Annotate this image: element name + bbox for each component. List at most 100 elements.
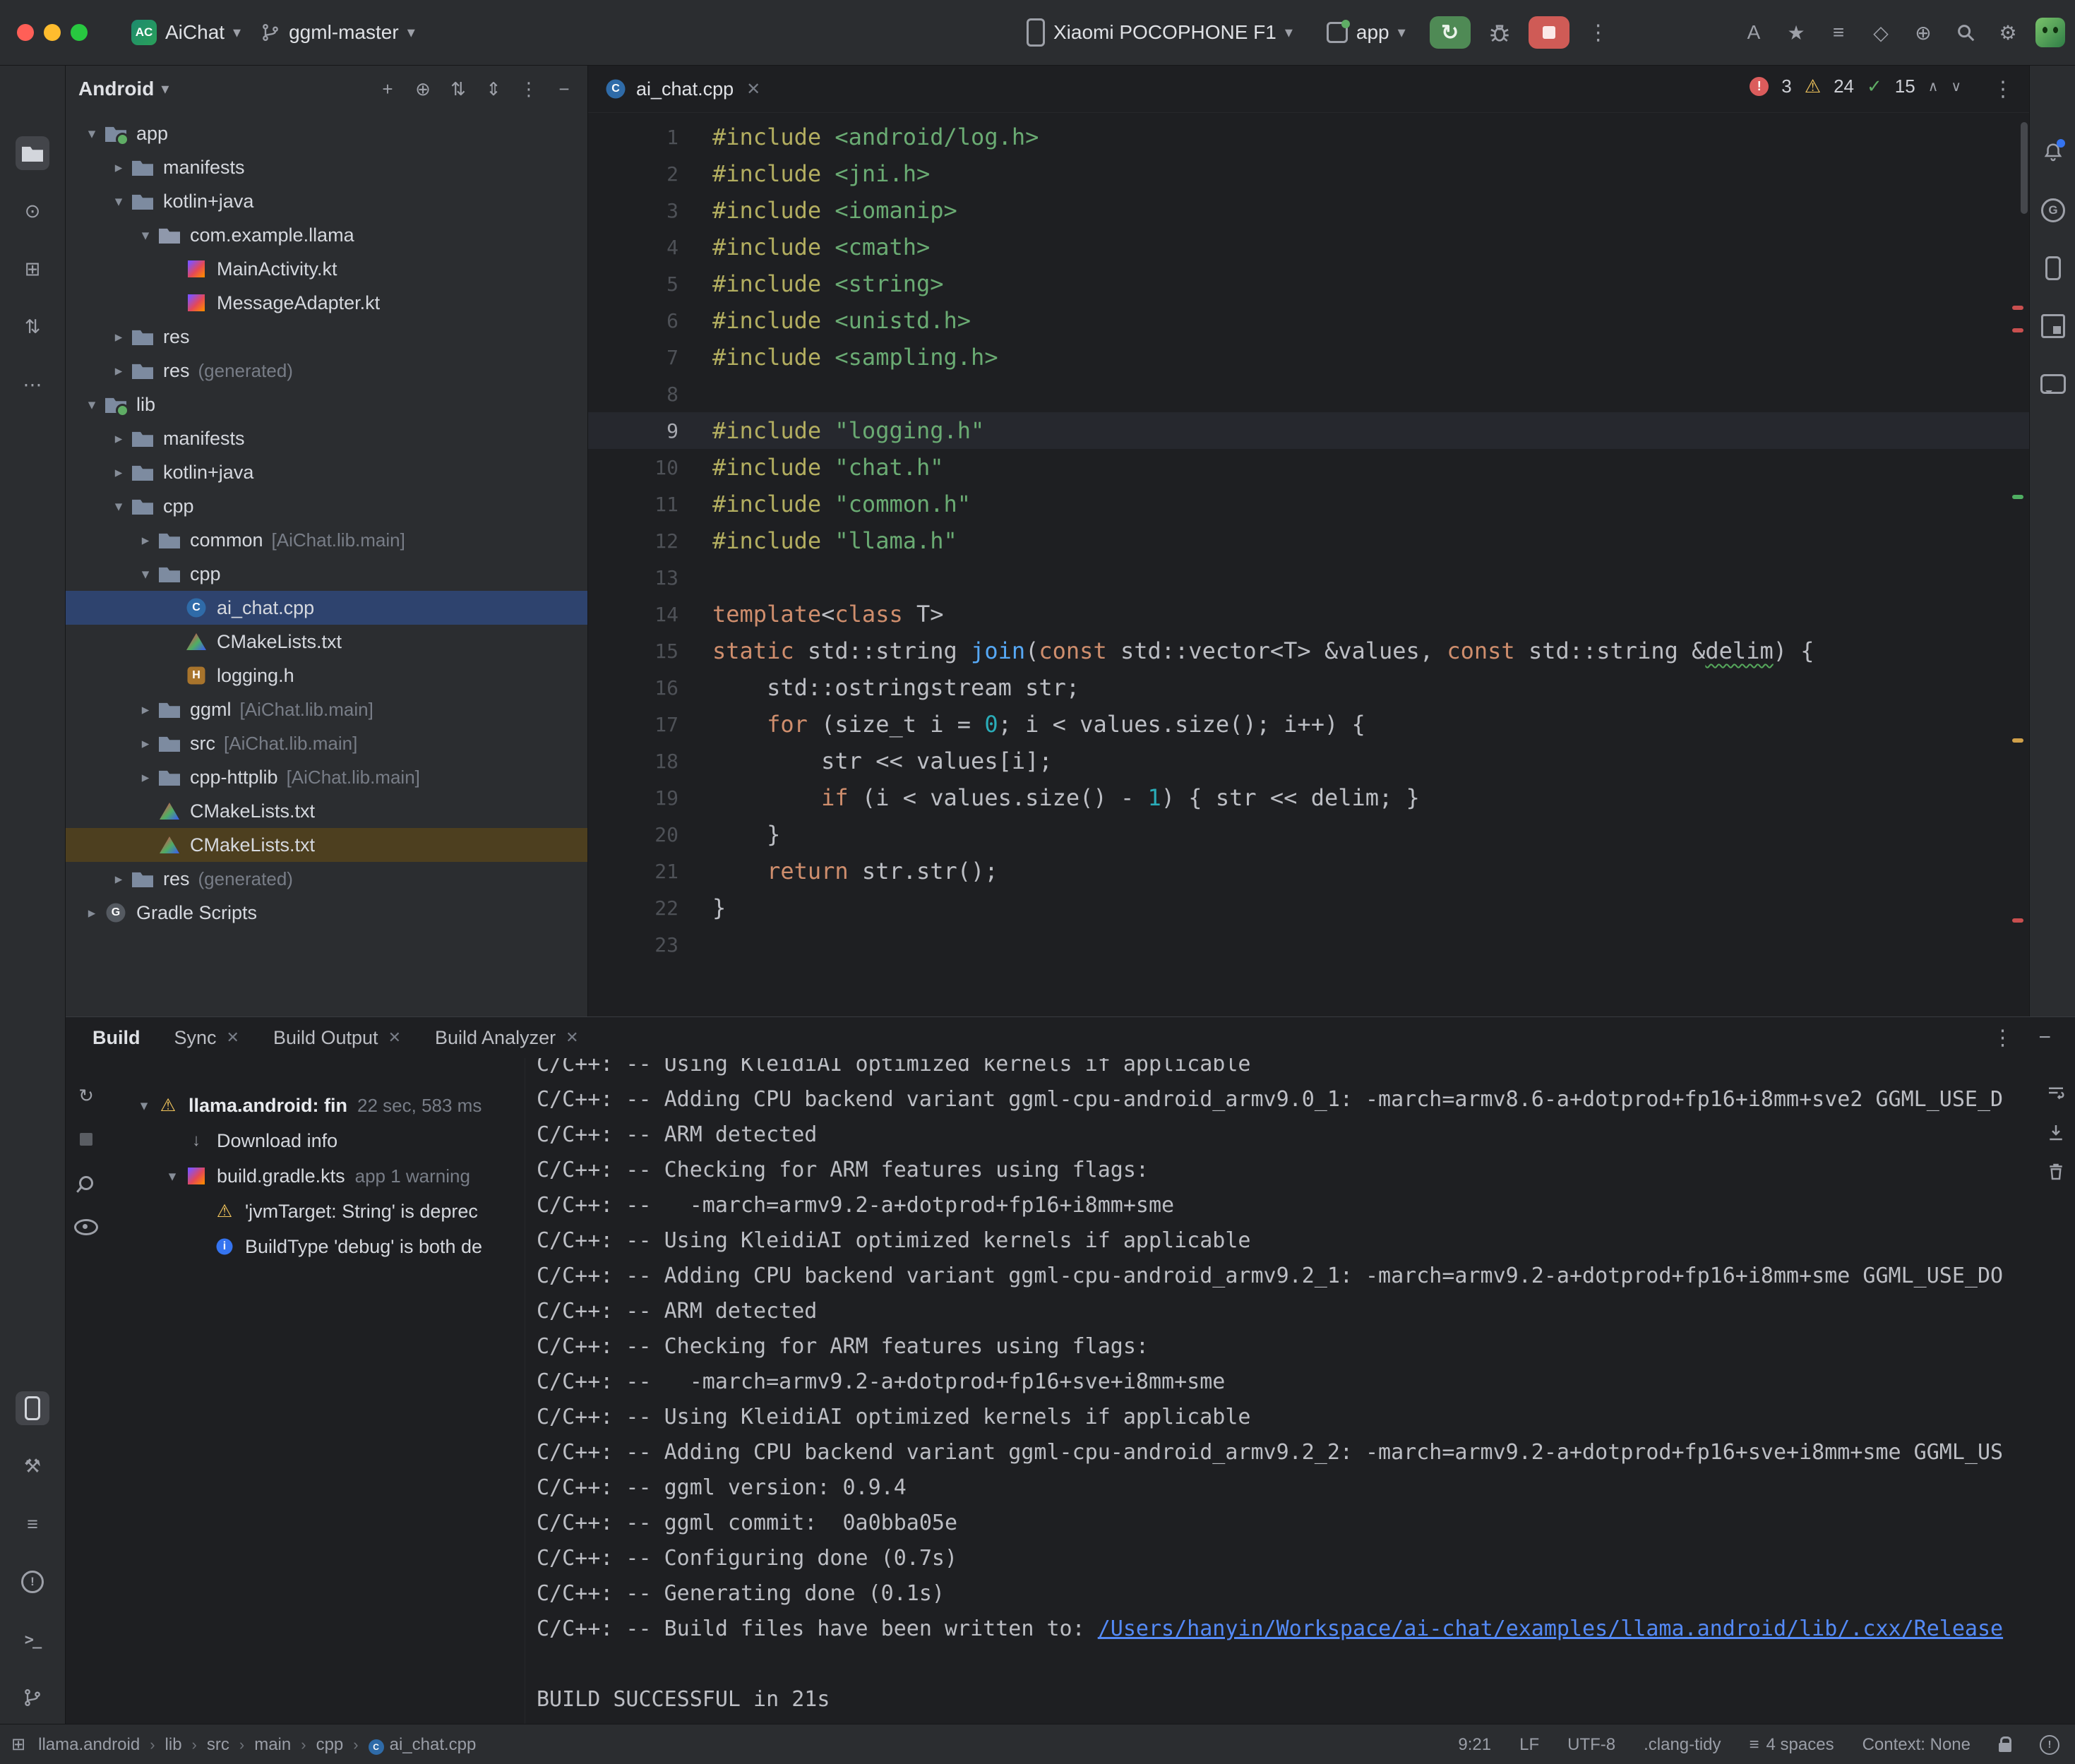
code-line[interactable]: 5#include <string> bbox=[588, 265, 2029, 302]
next-problem-button[interactable]: ∨ bbox=[1951, 78, 1961, 95]
commit-tool-button[interactable]: ⊙ bbox=[16, 194, 49, 228]
run-config-selector[interactable]: app ▾ bbox=[1317, 11, 1416, 54]
previous-problem-button[interactable]: ∧ bbox=[1928, 78, 1939, 95]
file-encoding[interactable]: UTF-8 bbox=[1567, 1735, 1615, 1755]
window-layout-icon[interactable]: ⊞ bbox=[11, 1734, 25, 1755]
tree-item-logging-h[interactable]: Hlogging.h bbox=[66, 659, 587, 692]
build-variants-icon[interactable]: ◇ bbox=[1866, 18, 1896, 47]
project-view-selector[interactable]: Android bbox=[78, 78, 154, 100]
tree-item-cmakelists-txt[interactable]: CMakeLists.txt bbox=[66, 625, 587, 659]
close-tab-icon[interactable]: ✕ bbox=[227, 1028, 239, 1047]
chevron-right-icon[interactable]: ▸ bbox=[133, 701, 157, 719]
chevron-down-icon[interactable]: ▾ bbox=[80, 396, 104, 414]
code-line[interactable]: 13 bbox=[588, 559, 2029, 596]
build-tree-item[interactable]: ⚠'jvmTarget: String' is deprec bbox=[107, 1194, 525, 1229]
tree-item-cpp[interactable]: ▾cpp bbox=[66, 557, 587, 591]
build-console[interactable]: C/C++: -- Using KleidiAI optimized kerne… bbox=[525, 1058, 2075, 1724]
scroll-to-end-button[interactable] bbox=[2045, 1122, 2067, 1143]
tree-item-messageadapter-kt[interactable]: MessageAdapter.kt bbox=[66, 286, 587, 320]
code-line[interactable]: 7#include <sampling.h> bbox=[588, 339, 2029, 376]
context-selector[interactable]: Context: None bbox=[1862, 1735, 1971, 1755]
build-tree-item[interactable]: ▾⚠llama.android: fin22 sec, 583 ms bbox=[107, 1088, 525, 1123]
search-everywhere-button[interactable] bbox=[1951, 18, 1980, 47]
version-control-tool-button[interactable] bbox=[16, 1681, 49, 1715]
tree-item-cmakelists-txt[interactable]: CMakeLists.txt bbox=[66, 794, 587, 828]
tree-item-lib[interactable]: ▾lib bbox=[66, 388, 587, 421]
panel-options-button[interactable]: ⋮ bbox=[518, 78, 539, 100]
editor-scrollbar[interactable] bbox=[2021, 122, 2028, 214]
chevron-right-icon[interactable]: ▸ bbox=[107, 430, 131, 448]
chevron-right-icon[interactable]: ▸ bbox=[133, 735, 157, 752]
device-selector[interactable]: Xiaomi POCOPHONE F1 ▾ bbox=[1017, 11, 1303, 54]
more-run-actions-button[interactable]: ⋮ bbox=[1584, 20, 1613, 45]
status-info-button[interactable]: ! bbox=[2040, 1735, 2059, 1755]
change-stripe-mark[interactable] bbox=[2012, 495, 2023, 499]
running-devices-tool-button[interactable] bbox=[16, 1391, 49, 1425]
file-lock-toggle[interactable] bbox=[1999, 1737, 2011, 1752]
code-editor[interactable]: 1#include <android/log.h>2#include <jni.… bbox=[588, 113, 2029, 1016]
code-line[interactable]: 20 } bbox=[588, 816, 2029, 853]
code-line[interactable]: 23 bbox=[588, 926, 2029, 963]
todo-list-icon[interactable]: ≡ bbox=[1824, 18, 1853, 47]
build-tree-item[interactable]: iBuildType 'debug' is both de bbox=[107, 1229, 525, 1264]
breadcrumb-item[interactable]: llama.android bbox=[38, 1735, 140, 1755]
translate-icon[interactable]: A bbox=[1739, 18, 1769, 47]
build-tab-build[interactable]: Build bbox=[92, 1027, 140, 1049]
gradle-tool-button[interactable]: G bbox=[2037, 194, 2069, 227]
branch-selector[interactable]: ggml-master ▾ bbox=[251, 11, 425, 54]
build-tree-item[interactable]: ↓Download info bbox=[107, 1123, 525, 1158]
tree-item-mainactivity-kt[interactable]: MainActivity.kt bbox=[66, 252, 587, 286]
tree-item-com-example-llama[interactable]: ▾com.example.llama bbox=[66, 218, 587, 252]
chevron-down-icon[interactable]: ▾ bbox=[160, 1168, 184, 1185]
chevron-right-icon[interactable]: ▸ bbox=[133, 532, 157, 549]
inspections-widget[interactable]: ! 3 ⚠ 24 ✓ 15 ∧ ∨ bbox=[1750, 76, 1961, 97]
debug-button[interactable] bbox=[1485, 18, 1514, 47]
problems-tool-button[interactable]: ! bbox=[16, 1565, 49, 1599]
code-line[interactable]: 8 bbox=[588, 376, 2029, 412]
tree-item-res[interactable]: ▸res bbox=[66, 320, 587, 354]
add-button[interactable]: + bbox=[377, 78, 398, 100]
code-line[interactable]: 11#include "common.h" bbox=[588, 486, 2029, 522]
terminal-tool-button[interactable]: >_ bbox=[16, 1623, 49, 1657]
locate-file-button[interactable]: ⊕ bbox=[412, 78, 433, 100]
chevron-down-icon[interactable]: ▾ bbox=[80, 125, 104, 143]
device-streaming-icon[interactable]: ⊕ bbox=[1908, 18, 1938, 47]
code-line[interactable]: 2#include <jni.h> bbox=[588, 155, 2029, 192]
error-stripe-mark[interactable] bbox=[2012, 328, 2023, 332]
pull-requests-tool-button[interactable]: ⇅ bbox=[16, 310, 49, 344]
tree-item-manifests[interactable]: ▸manifests bbox=[66, 150, 587, 184]
tree-item-kotlin-java[interactable]: ▾kotlin+java bbox=[66, 184, 587, 218]
chevron-right-icon[interactable]: ▸ bbox=[107, 159, 131, 176]
tree-item-res[interactable]: ▸res(generated) bbox=[66, 354, 587, 388]
notifications-button[interactable] bbox=[2037, 136, 2069, 169]
soft-wrap-button[interactable] bbox=[2045, 1082, 2067, 1103]
warning-stripe-mark[interactable] bbox=[2012, 738, 2023, 743]
code-line[interactable]: 6#include <unistd.h> bbox=[588, 302, 2029, 339]
breadcrumb-item[interactable]: main bbox=[254, 1735, 291, 1755]
code-line[interactable]: 1#include <android/log.h> bbox=[588, 119, 2029, 155]
fullscreen-window-button[interactable] bbox=[71, 24, 88, 41]
tree-item-ggml[interactable]: ▸ggml[AiChat.lib.main] bbox=[66, 692, 587, 726]
breadcrumb-item[interactable]: Cai_chat.cpp bbox=[369, 1735, 477, 1755]
project-selector[interactable]: AC AiChat ▾ bbox=[121, 11, 251, 54]
tree-item-src[interactable]: ▸src[AiChat.lib.main] bbox=[66, 726, 587, 760]
device-manager-button[interactable] bbox=[2037, 252, 2069, 284]
tree-item-app[interactable]: ▾app bbox=[66, 116, 587, 150]
close-tab-icon[interactable]: ✕ bbox=[746, 79, 760, 100]
chevron-down-icon[interactable]: ▾ bbox=[107, 498, 131, 515]
chevron-right-icon[interactable]: ▸ bbox=[107, 464, 131, 481]
project-tool-button[interactable] bbox=[16, 136, 49, 170]
stop-button[interactable] bbox=[1529, 16, 1569, 49]
code-line[interactable]: 10#include "chat.h" bbox=[588, 449, 2029, 486]
chevron-down-icon[interactable]: ▾ bbox=[132, 1097, 156, 1115]
code-line[interactable]: 3#include <iomanip> bbox=[588, 192, 2029, 229]
tree-item-common[interactable]: ▸common[AiChat.lib.main] bbox=[66, 523, 587, 557]
code-line[interactable]: 19 if (i < values.size() - 1) { str << d… bbox=[588, 779, 2029, 816]
tree-item-cpp-httplib[interactable]: ▸cpp-httplib[AiChat.lib.main] bbox=[66, 760, 587, 794]
code-line[interactable]: 12#include "llama.h" bbox=[588, 522, 2029, 559]
chevron-right-icon[interactable]: ▸ bbox=[107, 362, 131, 380]
build-options-button[interactable]: ⋮ bbox=[1992, 1026, 2013, 1050]
collapse-all-button[interactable]: ⇕ bbox=[483, 78, 504, 100]
code-line[interactable]: 17 for (size_t i = 0; i < values.size();… bbox=[588, 706, 2029, 743]
code-line[interactable]: 15static std::string join(const std::vec… bbox=[588, 632, 2029, 669]
